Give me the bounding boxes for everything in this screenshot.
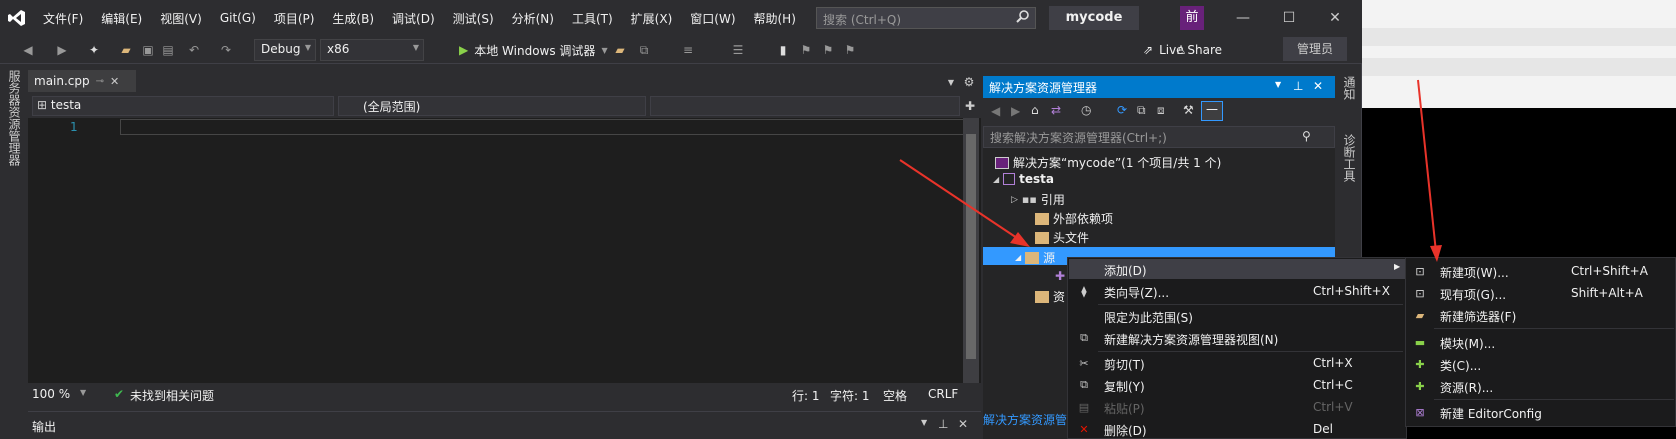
annotation-arrows (899, 79, 1442, 262)
annotation-arrowhead (1430, 245, 1442, 262)
annotation-arrow (1417, 79, 1437, 253)
annotation-arrow (899, 159, 1021, 241)
